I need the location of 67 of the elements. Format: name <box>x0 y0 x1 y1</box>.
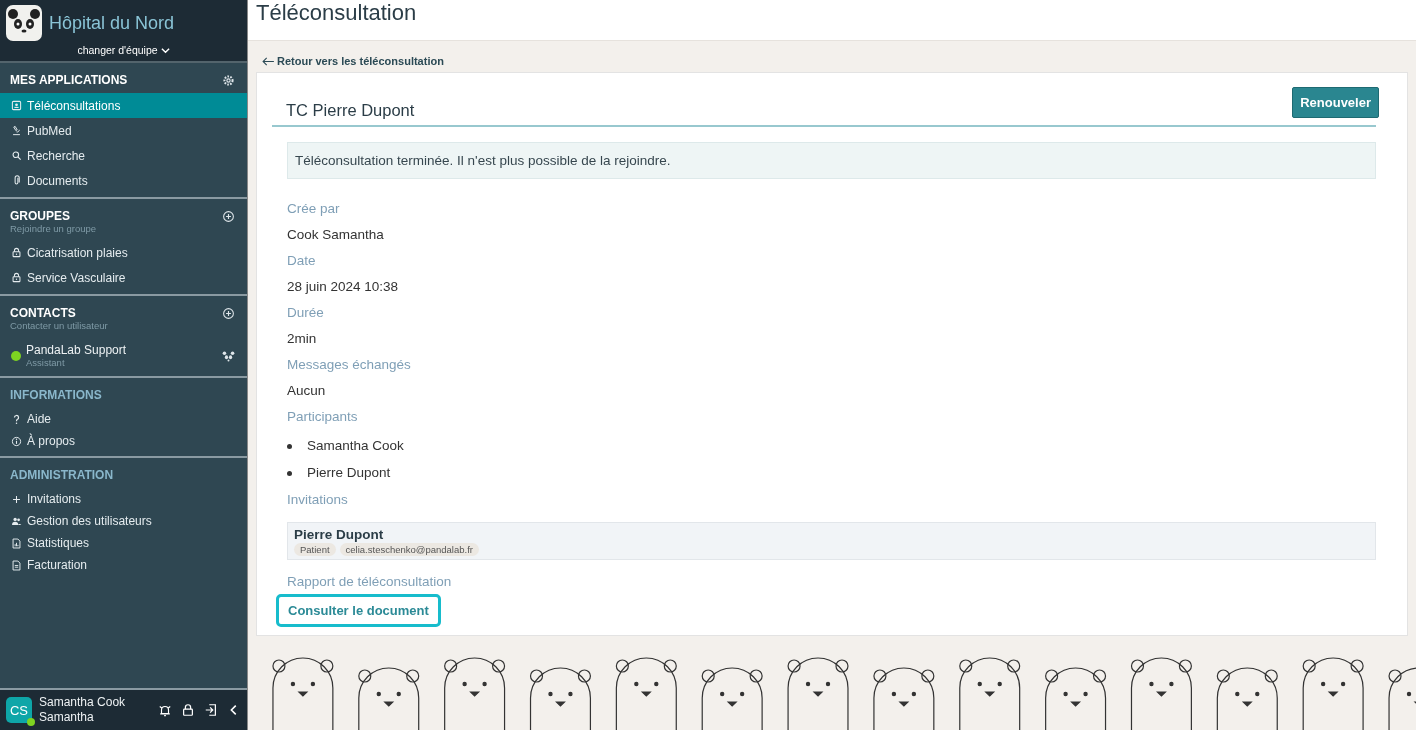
lock-icon[interactable] <box>181 703 195 717</box>
sidebar-item[interactable]: Service Vasculaire <box>0 265 247 290</box>
participant-name: Samantha Cook <box>307 438 404 455</box>
paperclip-icon <box>11 175 22 186</box>
sidebar-item[interactable]: Cicatrisation plaies <box>0 240 247 265</box>
lock-icon <box>11 272 22 283</box>
sidebar-item[interactable]: Invitations <box>0 488 247 510</box>
invitee-tag: Patient <box>294 543 336 556</box>
consultation-title: TC Pierre Dupont <box>286 101 415 120</box>
field-label: Invitations <box>287 492 349 509</box>
search-icon <box>11 150 22 161</box>
sidebar-item[interactable]: Statistiques <box>0 532 247 554</box>
renew-button[interactable]: Renouveler <box>1292 87 1379 118</box>
sidebar-item[interactable]: Aide <box>0 408 247 430</box>
plus-icon <box>11 493 22 505</box>
sidebar-item[interactable]: PubMed <box>0 118 247 143</box>
invitee-name: Pierre Dupont <box>294 527 385 542</box>
field-label: Date <box>287 253 317 270</box>
view-document-link[interactable]: Consulter le document <box>276 594 441 627</box>
arrow-left-icon <box>262 56 275 66</box>
back-link[interactable]: Retour vers les téléconsultation <box>256 55 444 67</box>
notice-message: Téléconsultation terminée. Il n'est plus possible de la rejoindre. <box>287 142 1376 179</box>
field-value: 28 juin 2024 10:38 <box>287 279 400 296</box>
section-title: CONTACTS <box>10 306 77 320</box>
section-title: MES APPLICATIONS <box>10 73 128 87</box>
field-label: Crée par <box>287 201 341 218</box>
sidebar-item[interactable]: Facturation <box>0 554 247 576</box>
sidebar-item[interactable]: À propos <box>0 430 247 452</box>
lock-icon <box>11 247 22 258</box>
id-card-icon <box>11 100 22 111</box>
panda-logo-icon <box>6 5 42 41</box>
chart-document-icon <box>11 537 22 549</box>
user-subname: Samantha <box>39 710 95 725</box>
logout-icon[interactable] <box>204 703 218 717</box>
sidebar-item[interactable]: Recherche <box>0 143 247 168</box>
info-icon <box>11 435 22 447</box>
contact-role: Assistant <box>26 357 66 368</box>
panda-icon <box>222 349 235 363</box>
sidebar-item[interactable]: Documents <box>0 168 247 193</box>
field-value: Aucun <box>287 383 327 400</box>
sidebar-item[interactable]: Téléconsultations <box>0 93 247 118</box>
team-switch-dropdown[interactable]: changer d'équipe <box>71 43 176 57</box>
section-title: INFORMATIONS <box>10 388 102 402</box>
users-icon <box>11 515 22 527</box>
contact-name[interactable]: PandaLab Support <box>26 343 217 357</box>
document-icon <box>11 559 22 571</box>
bullet-icon <box>287 444 292 449</box>
question-mark-icon <box>11 413 22 425</box>
sidebar-item[interactable]: Gestion des utilisateurs <box>0 510 247 532</box>
alarm-bell-icon[interactable] <box>158 703 172 717</box>
field-label: Durée <box>287 305 325 322</box>
chevron-down-icon <box>160 45 170 55</box>
field-label: Messages échangés <box>287 357 412 374</box>
field-label: Rapport de téléconsultation <box>287 574 453 591</box>
bullet-icon <box>287 471 292 476</box>
add-circle-icon[interactable] <box>222 307 235 320</box>
add-circle-icon[interactable] <box>222 210 235 223</box>
invitee-tag: celia.steschenko@pandalab.fr <box>339 543 479 556</box>
section-title: GROUPES <box>10 209 71 223</box>
field-label: Participants <box>287 409 359 426</box>
field-value: Cook Samantha <box>287 227 385 244</box>
settings-icon[interactable] <box>222 74 235 87</box>
section-title: ADMINISTRATION <box>10 468 114 482</box>
participant-name: Pierre Dupont <box>307 465 391 482</box>
field-value: 2min <box>287 331 318 348</box>
user-name: Samantha Cook <box>39 695 127 710</box>
team-name: Hôpital du Nord <box>49 12 175 34</box>
